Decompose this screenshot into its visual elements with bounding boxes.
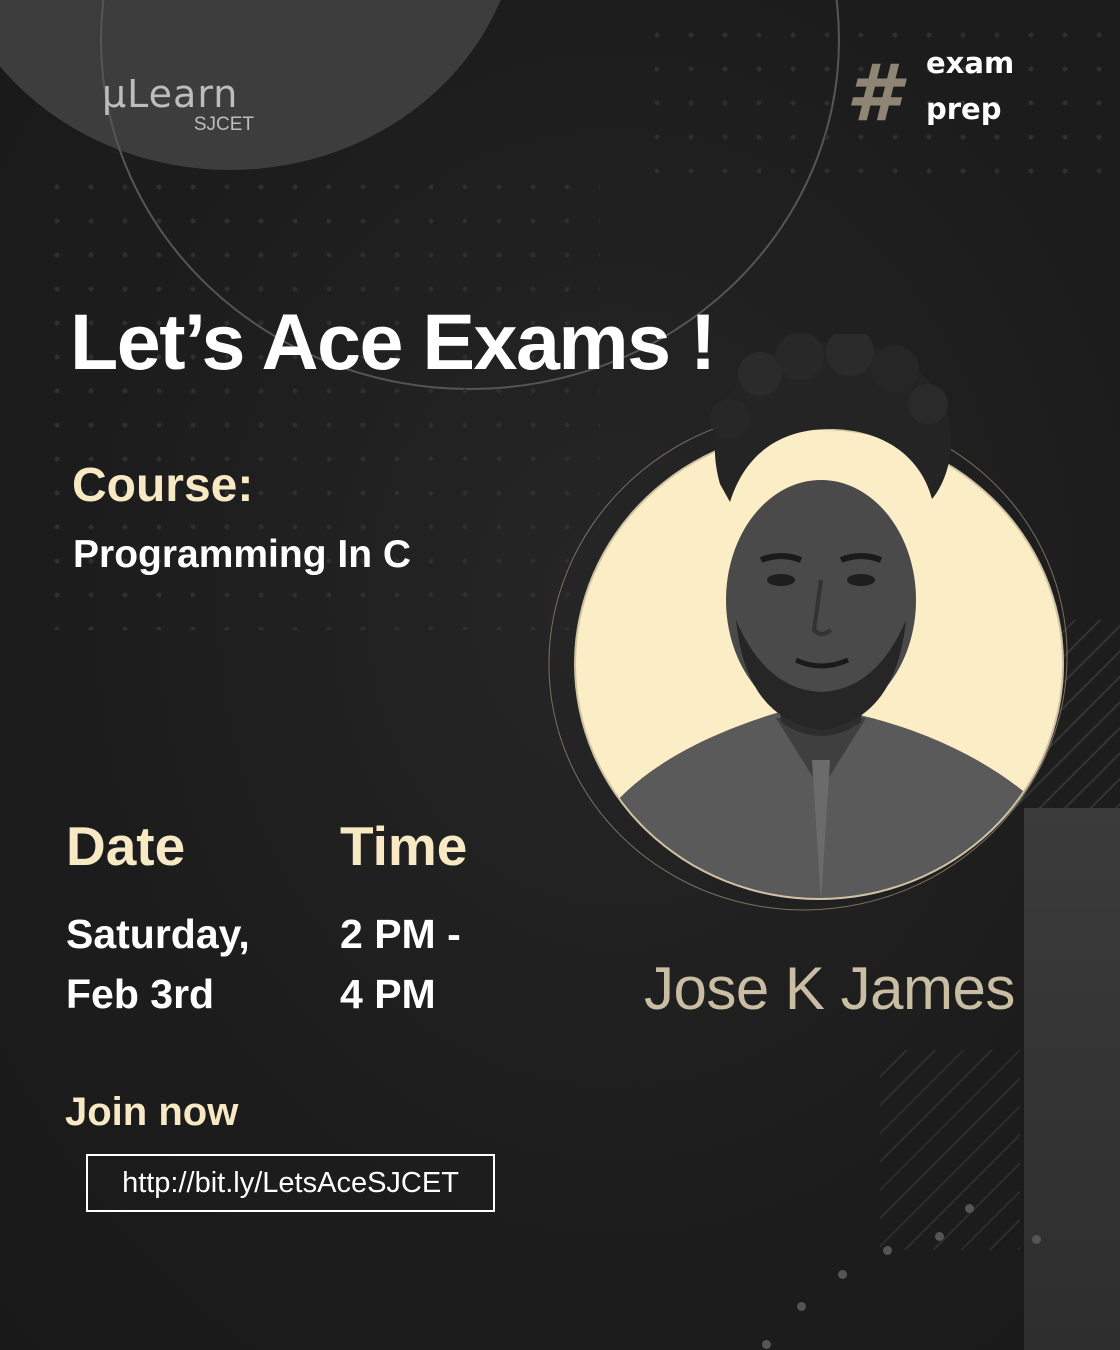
- logo-subtitle: SJCET: [193, 114, 254, 135]
- decorative-dot: [1032, 1235, 1041, 1244]
- decorative-dot: [883, 1246, 892, 1255]
- hash-icon: #: [846, 49, 901, 139]
- time-line-2: 4 PM: [340, 971, 436, 1017]
- course-name: Programming In C: [73, 533, 412, 576]
- hatch-pattern-bottom: [880, 1050, 1020, 1250]
- decorative-circle-top-left: [0, 0, 520, 170]
- time-line-1: 2 PM -: [340, 911, 461, 957]
- date-value: Saturday, Feb 3rd: [66, 904, 250, 1024]
- decorative-dot: [762, 1340, 771, 1349]
- hashtag-word-2: prep: [926, 92, 1002, 126]
- time-label: Time: [340, 815, 468, 877]
- hashtag-exam-prep: # exam prep: [846, 46, 1046, 139]
- course-label: Course:: [72, 459, 254, 512]
- logo-wordmark: µLearn: [102, 72, 239, 116]
- decorative-dot: [965, 1204, 974, 1213]
- date-label: Date: [66, 815, 186, 877]
- hashtag-word-1: exam: [926, 46, 1015, 80]
- speaker-portrait: [501, 334, 1115, 959]
- date-line-2: Feb 3rd: [66, 971, 215, 1017]
- decorative-dot: [797, 1302, 806, 1311]
- decorative-dot: [935, 1232, 944, 1241]
- speaker-name: Jose K James: [644, 955, 1015, 1022]
- mulearn-logo: µLearn SJCET: [102, 72, 258, 136]
- headline: Let’s Ace Exams !: [70, 297, 716, 386]
- event-poster: µLearn SJCET # exam prep Let’s Ace Exams…: [0, 0, 1120, 1350]
- decorative-dot: [838, 1270, 847, 1279]
- time-value: 2 PM - 4 PM: [340, 904, 461, 1024]
- registration-link[interactable]: http://bit.ly/LetsAceSJCET: [86, 1154, 495, 1212]
- join-now-label: Join now: [65, 1090, 239, 1134]
- hair-icon: [710, 334, 952, 502]
- date-line-1: Saturday,: [66, 911, 250, 957]
